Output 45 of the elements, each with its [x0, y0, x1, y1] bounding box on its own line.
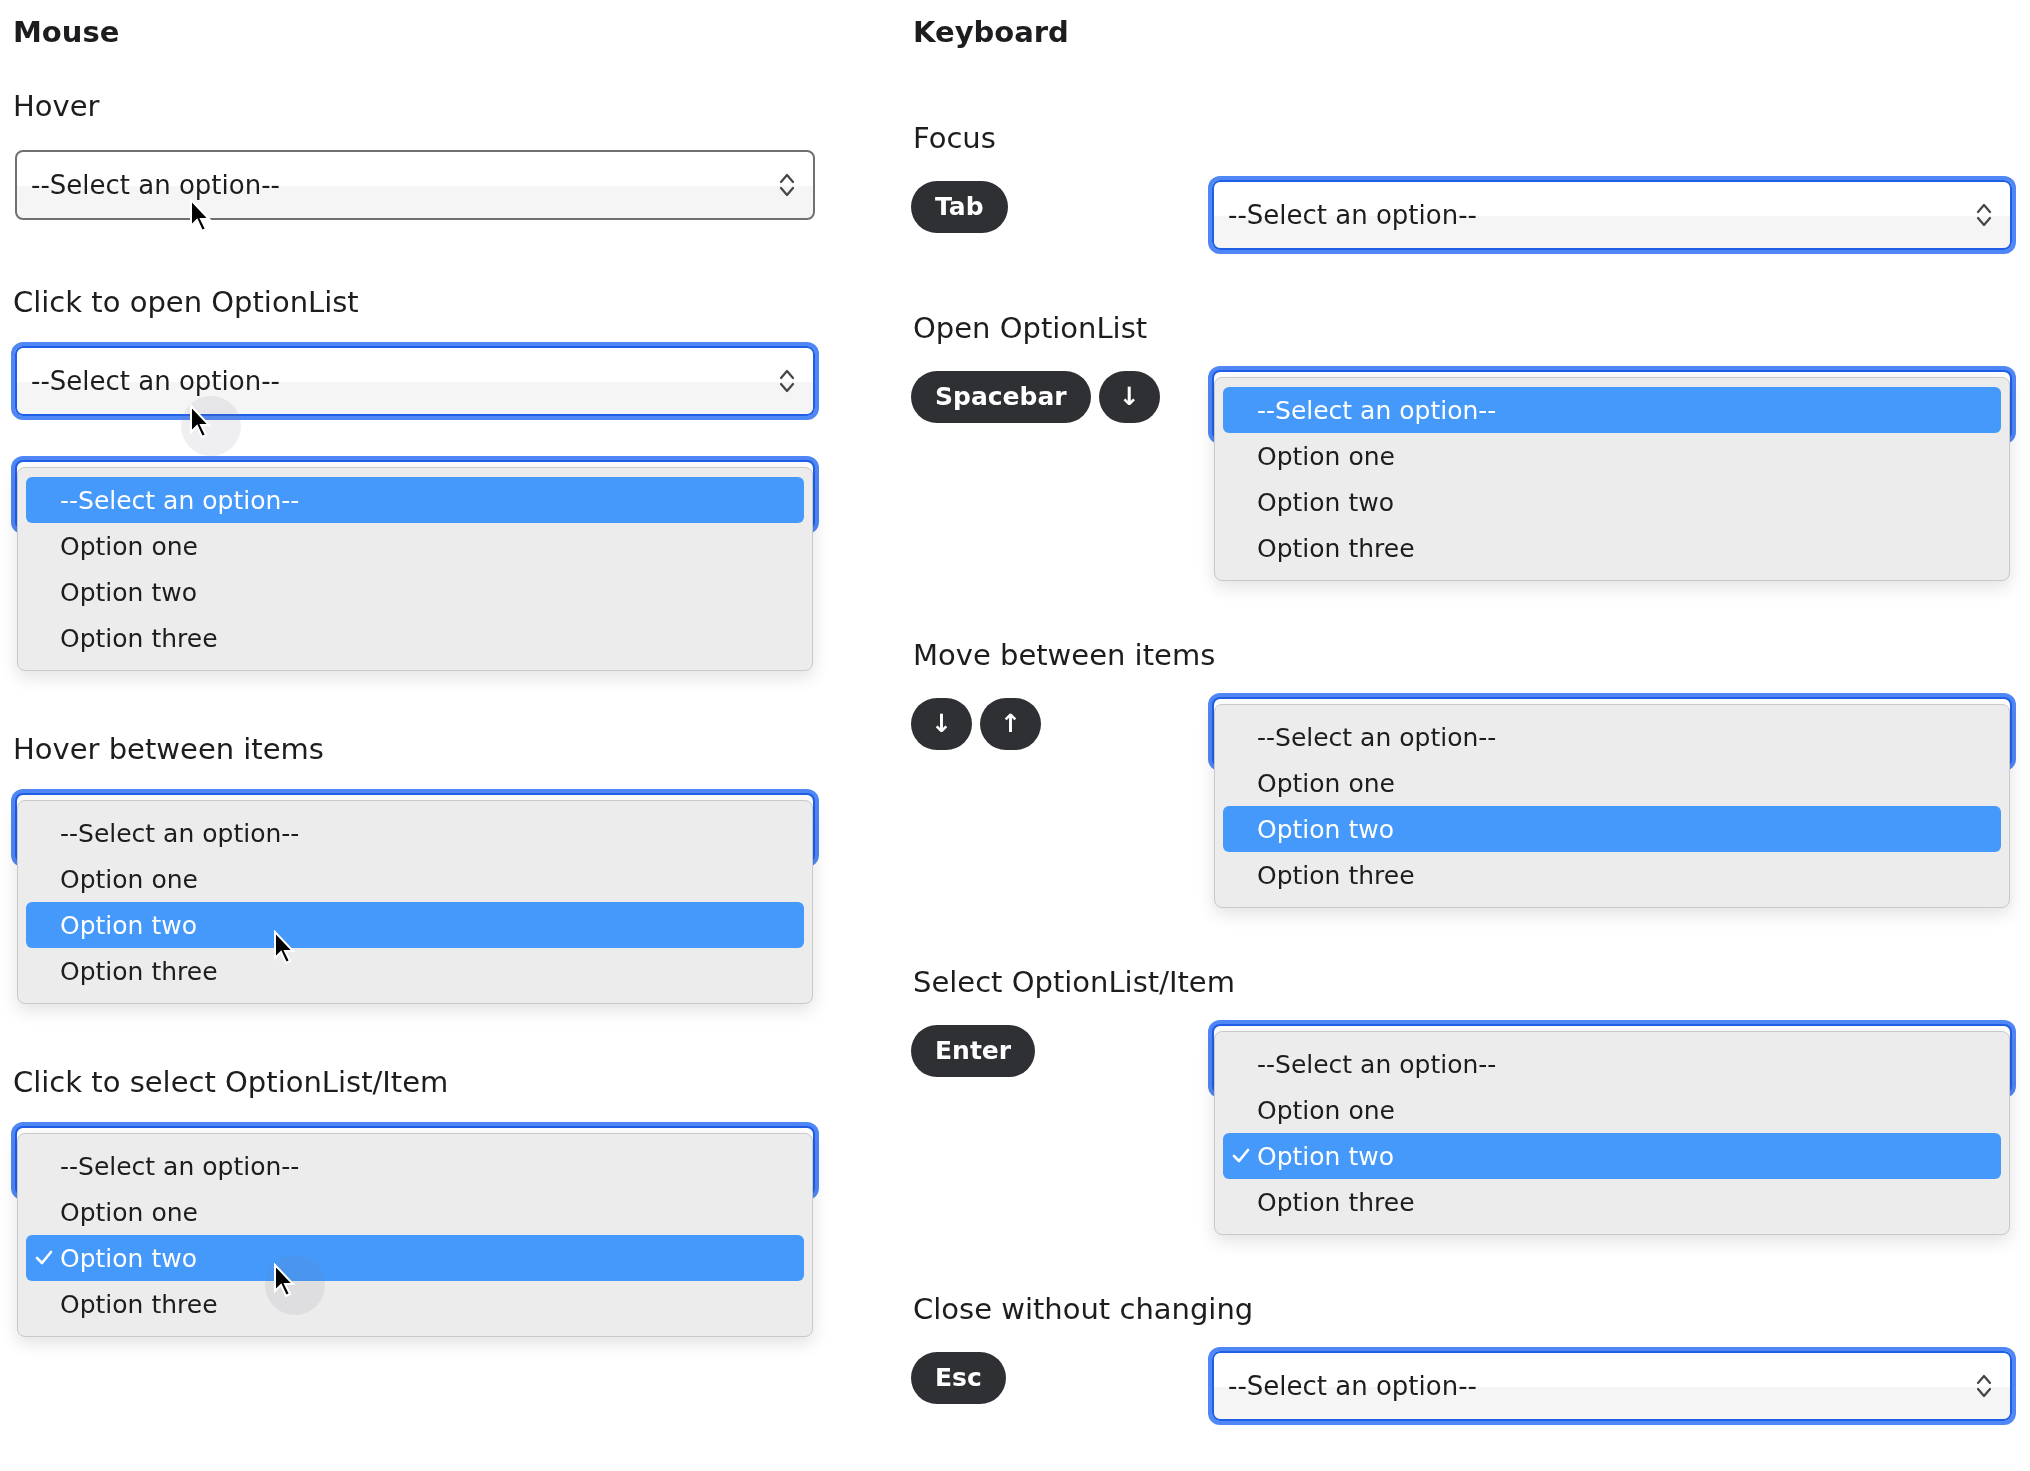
section-label: Click to open OptionList: [13, 284, 360, 321]
key-label: ↓: [911, 698, 972, 750]
option-item[interactable]: --Select an option--: [26, 1143, 804, 1189]
option-item[interactable]: Option one: [1223, 433, 2001, 479]
option-item[interactable]: Option three: [1223, 852, 2001, 898]
select-value: --Select an option--: [31, 366, 280, 396]
select-field[interactable]: --Select an option--: [15, 150, 815, 220]
chevron-up-down-icon: [1976, 202, 1992, 228]
column-title: Mouse: [13, 14, 121, 51]
key-label: Tab: [911, 181, 1008, 233]
section-label: Select OptionList/Item: [913, 964, 1236, 1001]
option-item[interactable]: Option one: [1223, 1087, 2001, 1133]
option-item[interactable]: --Select an option--: [1223, 714, 2001, 760]
option-item[interactable]: Option two: [1223, 479, 2001, 525]
section-label: Hover: [13, 88, 101, 125]
option-item[interactable]: Option three: [1223, 525, 2001, 571]
section-label: Focus: [913, 120, 997, 157]
column-title: Keyboard: [913, 14, 1070, 51]
chevron-up-down-icon: [1976, 1373, 1992, 1399]
option-item[interactable]: Option one: [1223, 760, 2001, 806]
option-item[interactable]: Option three: [26, 1281, 804, 1327]
section-label: Open OptionList: [913, 310, 1149, 347]
section-label: Click to select OptionList/Item: [13, 1064, 450, 1101]
option-item[interactable]: Option three: [26, 615, 804, 661]
select-value: --Select an option--: [1228, 1371, 1477, 1401]
select-value: --Select an option--: [31, 170, 280, 200]
key-label: ↓: [1098, 371, 1160, 423]
chevron-up-down-icon: [779, 172, 795, 198]
key-label: ↑: [979, 698, 1041, 750]
option-item[interactable]: Option three: [26, 948, 804, 994]
option-item[interactable]: Option one: [26, 856, 804, 902]
option-item[interactable]: Option two: [26, 569, 804, 615]
option-item[interactable]: --Select an option--: [26, 810, 804, 856]
section-label: Hover between items: [13, 731, 325, 768]
key-label: Spacebar: [911, 371, 1091, 423]
section-label: Move between items: [913, 637, 1217, 674]
key-label: Enter: [911, 1025, 1036, 1077]
key-label: Esc: [911, 1352, 1006, 1404]
option-item[interactable]: Option one: [26, 1189, 804, 1235]
option-item[interactable]: Option one: [26, 523, 804, 569]
option-item[interactable]: --Select an option--: [1223, 1041, 2001, 1087]
chevron-up-down-icon: [779, 368, 795, 394]
select-value: --Select an option--: [1228, 200, 1477, 230]
option-item[interactable]: Option three: [1223, 1179, 2001, 1225]
section-label: Close without changing: [913, 1291, 1255, 1328]
